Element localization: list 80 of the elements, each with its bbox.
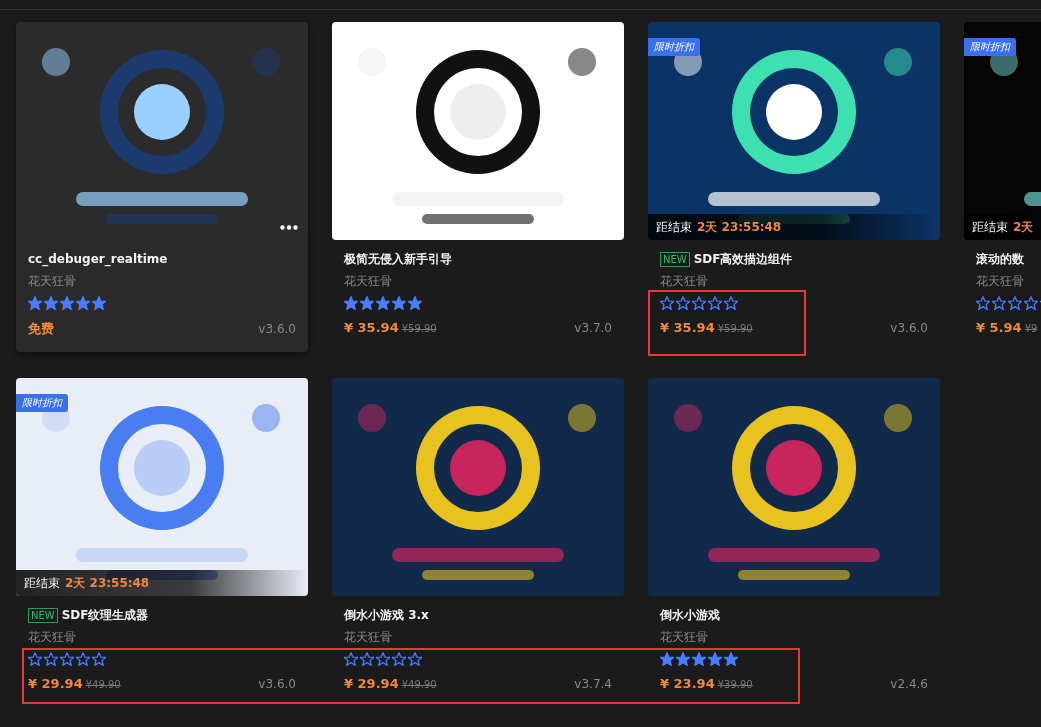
- version-label: v3.6.0: [890, 321, 928, 335]
- star-icon: [692, 652, 706, 666]
- star-icon: [408, 652, 422, 666]
- discount-badge: 限时折扣: [964, 38, 1016, 56]
- countdown-label: 距结束: [972, 218, 1008, 236]
- price: ¥ 29.94: [28, 676, 83, 691]
- star-icon: [976, 296, 990, 310]
- discount-badge: 限时折扣: [648, 38, 700, 56]
- star-icon: [92, 652, 106, 666]
- star-icon: [344, 296, 358, 310]
- star-icon: [660, 652, 674, 666]
- star-icon: [1008, 296, 1022, 310]
- star-icon: [60, 296, 74, 310]
- star-icon: [392, 296, 406, 310]
- countdown-label: 距结束: [656, 218, 692, 236]
- star-icon: [692, 296, 706, 310]
- star-icon: [408, 296, 422, 310]
- version-label: v3.7.0: [574, 321, 612, 335]
- star-icon: [392, 652, 406, 666]
- author-name: 花天狂骨: [344, 273, 392, 290]
- version-label: v3.6.0: [258, 322, 296, 336]
- star-icon: [76, 652, 90, 666]
- star-icon: [660, 296, 674, 310]
- countdown-time: 2天: [1013, 218, 1034, 236]
- free-label: 免费: [28, 320, 54, 338]
- original-price: ¥49.90: [401, 679, 437, 690]
- more-icon[interactable]: [280, 225, 298, 230]
- author-name: 花天狂骨: [660, 273, 708, 290]
- product-title[interactable]: 极简无侵入新手引导: [344, 250, 452, 268]
- star-icon: [724, 296, 738, 310]
- author-name: 花天狂骨: [976, 273, 1024, 290]
- author-name: 花天狂骨: [28, 629, 76, 646]
- new-tag: NEW: [28, 607, 58, 623]
- star-icon: [44, 296, 58, 310]
- original-price: ¥59.90: [717, 323, 753, 334]
- product-title[interactable]: SDF高效描边组件: [693, 250, 793, 268]
- star-icon: [376, 296, 390, 310]
- star-icon: [708, 652, 722, 666]
- star-icon: [360, 652, 374, 666]
- star-icon: [376, 652, 390, 666]
- product-title[interactable]: 倒水小游戏 3.x: [344, 606, 429, 624]
- star-icon: [992, 296, 1006, 310]
- original-price: ¥39.90: [717, 679, 753, 690]
- price: ¥ 5.94: [976, 320, 1022, 335]
- star-icon: [92, 296, 106, 310]
- star-icon: [724, 652, 738, 666]
- star-icon: [28, 652, 42, 666]
- star-icon: [708, 296, 722, 310]
- version-label: v2.4.6: [890, 677, 928, 691]
- star-icon: [1024, 296, 1038, 310]
- countdown-label: 距结束: [24, 574, 60, 592]
- product-title[interactable]: 滚动的数: [976, 250, 1024, 268]
- star-icon: [360, 296, 374, 310]
- star-icon: [28, 296, 42, 310]
- star-icon: [44, 652, 58, 666]
- author-name: 花天狂骨: [660, 629, 708, 646]
- product-card[interactable]: cc_debuger_realtime 花天狂骨 免费 v3.6.0: [16, 22, 308, 352]
- star-icon: [676, 296, 690, 310]
- star-icon: [676, 652, 690, 666]
- original-price: ¥49.90: [85, 679, 121, 690]
- price: ¥ 35.94: [344, 320, 399, 335]
- version-label: v3.7.4: [574, 677, 612, 691]
- product-title[interactable]: SDF纹理生成器: [61, 606, 149, 624]
- product-title[interactable]: cc_debuger_realtime: [28, 252, 168, 266]
- price: ¥ 35.94: [660, 320, 715, 335]
- author-name: 花天狂骨: [344, 629, 392, 646]
- countdown-time: 2天 23:55:48: [697, 218, 782, 236]
- author-name: 花天狂骨: [28, 273, 76, 290]
- price: ¥ 23.94: [660, 676, 715, 691]
- discount-badge: 限时折扣: [16, 394, 68, 412]
- star-icon: [344, 652, 358, 666]
- version-label: v3.6.0: [258, 677, 296, 691]
- product-title[interactable]: 倒水小游戏: [660, 606, 720, 624]
- original-price: ¥9: [1024, 323, 1038, 334]
- star-icon: [60, 652, 74, 666]
- price: ¥ 29.94: [344, 676, 399, 691]
- new-tag: NEW: [660, 251, 690, 267]
- countdown-time: 2天 23:55:48: [65, 574, 150, 592]
- original-price: ¥59.90: [401, 323, 437, 334]
- star-icon: [76, 296, 90, 310]
